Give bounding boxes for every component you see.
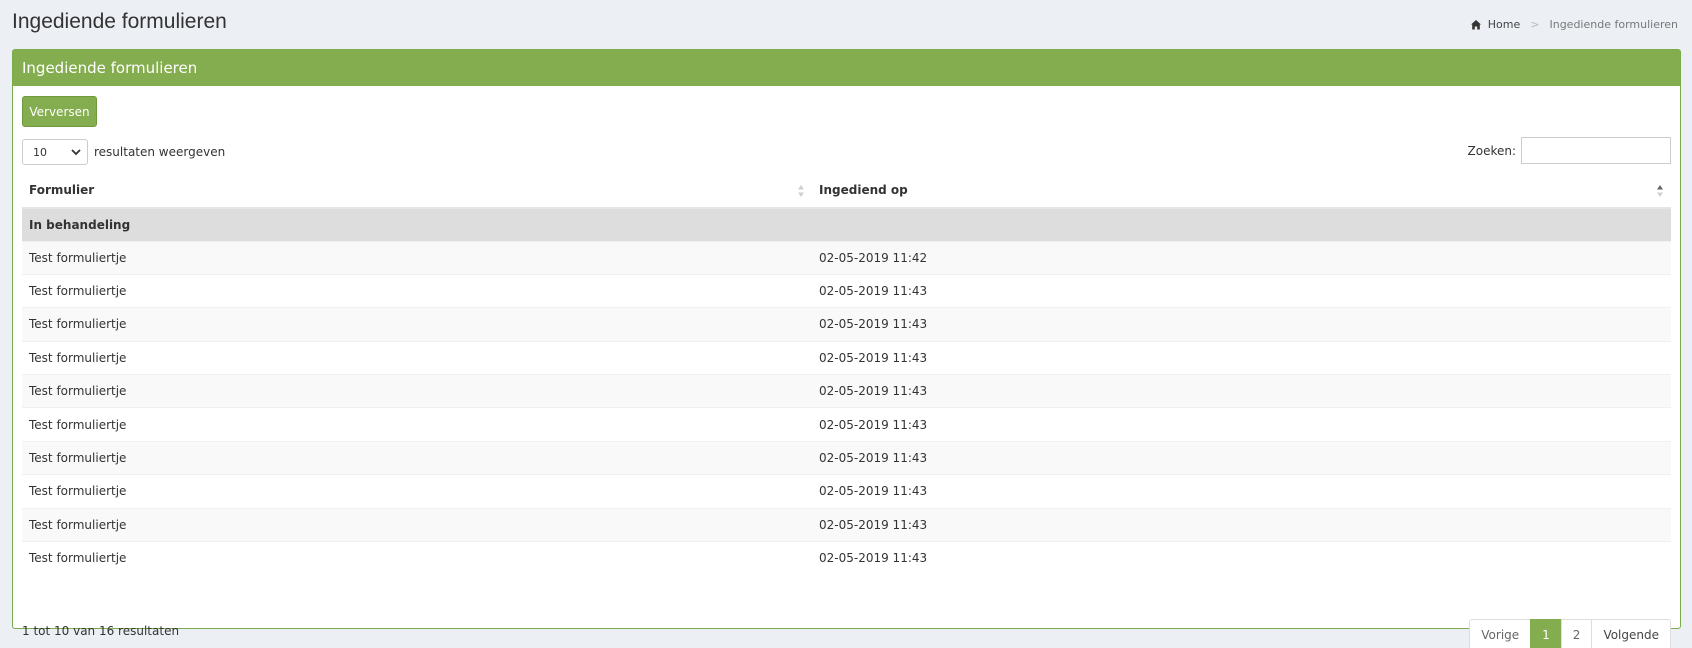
table-row[interactable]: Test formuliertje 02-05-2019 11:43 [22, 541, 1671, 575]
form-cell: Test formuliertje [22, 541, 812, 575]
search-label: Zoeken: [1467, 143, 1517, 158]
page-length-value: 10 [33, 145, 47, 159]
box-body: Verversen 10 resultaten weergeven Zoeken… [13, 86, 1680, 648]
date-cell: 02-05-2019 11:43 [812, 374, 1671, 408]
table-row[interactable]: Test formuliertje 02-05-2019 11:43 [22, 407, 1671, 442]
results-info: 1 tot 10 van 16 resultaten [22, 624, 180, 638]
table-row[interactable]: Test formuliertje 02-05-2019 11:43 [22, 507, 1671, 542]
search-control: Zoeken: [1467, 137, 1671, 164]
table-row[interactable]: Test formuliertje 02-05-2019 11:43 [22, 440, 1671, 475]
search-input[interactable] [1521, 137, 1671, 164]
column-header-form-label: Formulier [29, 183, 95, 197]
group-label: In behandeling [22, 208, 1671, 241]
home-icon [1470, 19, 1481, 29]
form-cell: Test formuliertje [22, 340, 812, 375]
date-cell: 02-05-2019 11:43 [812, 440, 1671, 475]
date-cell: 02-05-2019 11:43 [812, 307, 1671, 342]
breadcrumb-home-link[interactable]: Home [1488, 18, 1520, 31]
submitted-forms-box: Ingediende formulieren Verversen 10 resu… [12, 49, 1681, 648]
date-cell: 02-05-2019 11:43 [812, 507, 1671, 542]
box-title: Ingediende formulieren [13, 50, 1680, 86]
page-length-select[interactable]: 10 [22, 139, 88, 165]
table-row[interactable]: Test formuliertje 02-05-2019 11:43 [22, 374, 1671, 408]
date-cell: 02-05-2019 11:43 [812, 407, 1671, 442]
table-row[interactable]: Test formuliertje 02-05-2019 11:43 [22, 307, 1671, 342]
pagination-previous-button[interactable]: Vorige [1469, 619, 1532, 648]
sort-both-icon [798, 185, 804, 197]
date-cell: 02-05-2019 11:43 [812, 273, 1671, 308]
form-cell: Test formuliertje [22, 307, 812, 342]
form-cell: Test formuliertje [22, 374, 812, 408]
breadcrumb-current: Ingediende formulieren [1549, 18, 1678, 31]
column-header-form[interactable]: Formulier [22, 173, 812, 209]
date-cell: 02-05-2019 11:43 [812, 340, 1671, 375]
date-cell: 02-05-2019 11:42 [812, 240, 1671, 275]
table-row[interactable]: Test formuliertje 02-05-2019 11:43 [22, 340, 1671, 375]
refresh-button[interactable]: Verversen [22, 96, 97, 127]
table-row[interactable]: Test formuliertje 02-05-2019 11:42 [22, 240, 1671, 275]
date-cell: 02-05-2019 11:43 [812, 541, 1671, 575]
table-row[interactable]: Test formuliertje 02-05-2019 11:43 [22, 273, 1671, 308]
sort-asc-icon [1657, 185, 1663, 197]
pagination-next-button[interactable]: Volgende [1591, 619, 1671, 648]
form-cell: Test formuliertje [22, 474, 812, 509]
form-cell: Test formuliertje [22, 273, 812, 308]
column-header-submitted-on-label: Ingediend op [819, 183, 908, 197]
column-header-submitted-on[interactable]: Ingediend op [812, 173, 1671, 209]
date-cell: 02-05-2019 11:43 [812, 474, 1671, 509]
pagination-page-1[interactable]: 1 [1530, 619, 1562, 648]
submitted-forms-table: Formulier Ingediend op In behandeling Te… [22, 173, 1671, 575]
breadcrumb-separator: > [1530, 18, 1540, 31]
page-length-control: 10 resultaten weergeven [22, 139, 225, 165]
page-length-label: resultaten weergeven [94, 145, 226, 159]
chevron-down-icon [71, 149, 81, 156]
group-row: In behandeling [22, 208, 1671, 241]
table-header-row: Formulier Ingediend op [22, 173, 1671, 209]
table-row[interactable]: Test formuliertje 02-05-2019 11:43 [22, 474, 1671, 509]
pagination: Vorige 1 2 Volgende [1469, 619, 1671, 648]
page-title: Ingediende formulieren [12, 10, 227, 33]
form-cell: Test formuliertje [22, 240, 812, 275]
form-cell: Test formuliertje [22, 507, 812, 542]
pagination-page-2[interactable]: 2 [1560, 619, 1593, 648]
form-cell: Test formuliertje [22, 440, 812, 475]
breadcrumb: Home > Ingediende formulieren [1470, 18, 1678, 31]
form-cell: Test formuliertje [22, 407, 812, 442]
